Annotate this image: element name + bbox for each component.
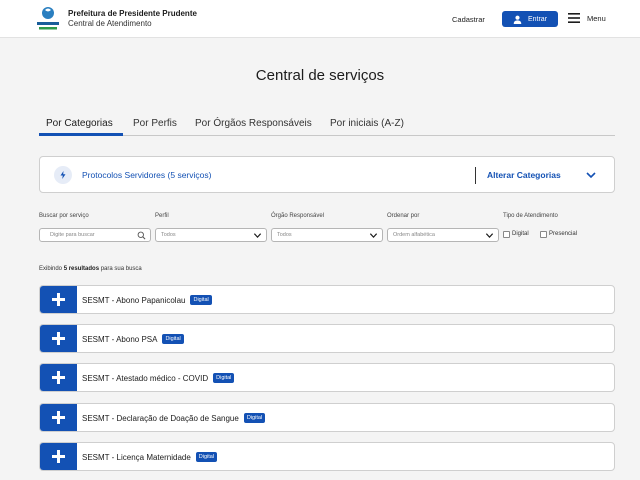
chevron-down-icon	[369, 233, 378, 238]
digital-badge: Digital	[195, 452, 218, 462]
service-item[interactable]: SESMT - Abono PSA Digital	[39, 324, 615, 353]
category-selector: Protocolos Servidores (5 serviços) Alter…	[39, 156, 615, 193]
tab-por-categorias[interactable]: Por Categorias	[46, 118, 113, 129]
active-tab-indicator	[39, 133, 123, 136]
results-suffix: para sua busca	[100, 266, 142, 272]
service-title: SESMT - Licença Maternidade Digital	[82, 452, 218, 462]
ordenar-select[interactable]: Ordem alfabética	[387, 228, 499, 242]
expand-plus-icon[interactable]	[40, 325, 77, 352]
service-name: SESMT - Abono Papanicolau	[82, 295, 186, 305]
service-item[interactable]: SESMT - Atestado médico - COVID Digital	[39, 363, 615, 392]
expand-plus-icon[interactable]	[40, 286, 77, 313]
entrar-label: Entrar	[527, 15, 548, 23]
digital-badge: Digital	[190, 295, 212, 305]
orgao-value: Todos	[277, 232, 292, 238]
category-divider	[475, 167, 476, 184]
service-item[interactable]: SESMT - Licença Maternidade Digital	[39, 442, 615, 471]
org-subtitle: Central de Atendimento	[68, 19, 152, 28]
perfil-label: Perfil	[155, 213, 169, 219]
alter-categories-button[interactable]: Alterar Categorias	[487, 170, 561, 180]
expand-plus-icon[interactable]	[40, 443, 77, 470]
prefeitura-logo[interactable]	[34, 4, 62, 32]
menu-button[interactable]: Menu	[568, 13, 606, 23]
category-tabs: Por Categorias Por Perfis Por Órgãos Res…	[39, 114, 615, 136]
chevron-down-icon	[485, 233, 494, 238]
service-title: SESMT - Atestado médico - COVID Digital	[82, 373, 235, 383]
service-name: SESMT - Atestado médico - COVID	[82, 373, 209, 383]
results-count: 5 resultados	[63, 266, 100, 272]
service-title: SESMT - Abono PSA Digital	[82, 334, 184, 344]
digital-checkbox[interactable]	[503, 231, 510, 238]
perfil-select[interactable]: Todos	[155, 228, 267, 242]
cadastrar-link[interactable]: Cadastrar	[452, 15, 485, 24]
digital-badge: Digital	[162, 334, 184, 344]
service-title: SESMT - Abono Papanicolau Digital	[82, 295, 212, 305]
results-prefix: Exibindo	[39, 266, 63, 272]
service-item[interactable]: SESMT - Abono Papanicolau Digital	[39, 285, 615, 314]
category-icon	[54, 166, 72, 184]
service-name: SESMT - Declaração de Doação de Sangue	[82, 413, 239, 423]
search-placeholder: Digite para buscar	[50, 232, 95, 238]
ordenar-label: Ordenar por	[387, 213, 420, 219]
lightning-icon	[60, 171, 66, 179]
chevron-down-icon[interactable]	[585, 170, 597, 180]
site-header: Prefeitura de Presidente Prudente Centra…	[0, 0, 640, 38]
tipo-label: Tipo de Atendimento	[503, 213, 558, 219]
orgao-select[interactable]: Todos	[271, 228, 383, 242]
orgao-label: Órgão Responsável	[271, 213, 325, 219]
user-icon	[513, 15, 522, 24]
tab-por-orgaos[interactable]: Por Órgãos Responsáveis	[195, 118, 312, 129]
presencial-checkbox[interactable]	[540, 231, 547, 238]
service-title: SESMT - Declaração de Doação de Sangue D…	[82, 413, 266, 423]
category-count: (5 serviços)	[167, 170, 212, 180]
presencial-checkbox-label: Presencial	[549, 231, 578, 237]
digital-badge: Digital	[213, 373, 235, 383]
category-name: Protocolos Servidores (5 serviços)	[82, 170, 211, 180]
hamburger-icon	[568, 13, 580, 23]
page-title: Central de serviços	[255, 67, 385, 84]
service-name: SESMT - Licença Maternidade	[82, 452, 191, 462]
expand-plus-icon[interactable]	[40, 404, 77, 431]
ordenar-value: Ordem alfabética	[393, 232, 435, 238]
expand-plus-icon[interactable]	[40, 364, 77, 391]
search-label: Buscar por serviço	[39, 213, 89, 219]
search-icon[interactable]	[137, 231, 146, 240]
digital-checkbox-label: Digital	[512, 231, 529, 237]
search-input[interactable]: Digite para buscar	[39, 228, 151, 242]
service-name: SESMT - Abono PSA	[82, 334, 158, 344]
tab-por-iniciais[interactable]: Por iniciais (A-Z)	[330, 118, 404, 129]
results-summary: Exibindo 5 resultados para sua busca	[39, 266, 142, 272]
category-title: Protocolos Servidores	[82, 170, 166, 180]
digital-badge: Digital	[243, 413, 266, 423]
menu-label: Menu	[587, 13, 606, 23]
entrar-button[interactable]: Entrar	[502, 11, 558, 27]
perfil-value: Todos	[161, 232, 176, 238]
chevron-down-icon	[253, 233, 262, 238]
tab-por-perfis[interactable]: Por Perfis	[133, 118, 177, 129]
org-title: Prefeitura de Presidente Prudente	[68, 9, 197, 18]
service-item[interactable]: SESMT - Declaração de Doação de Sangue D…	[39, 403, 615, 432]
